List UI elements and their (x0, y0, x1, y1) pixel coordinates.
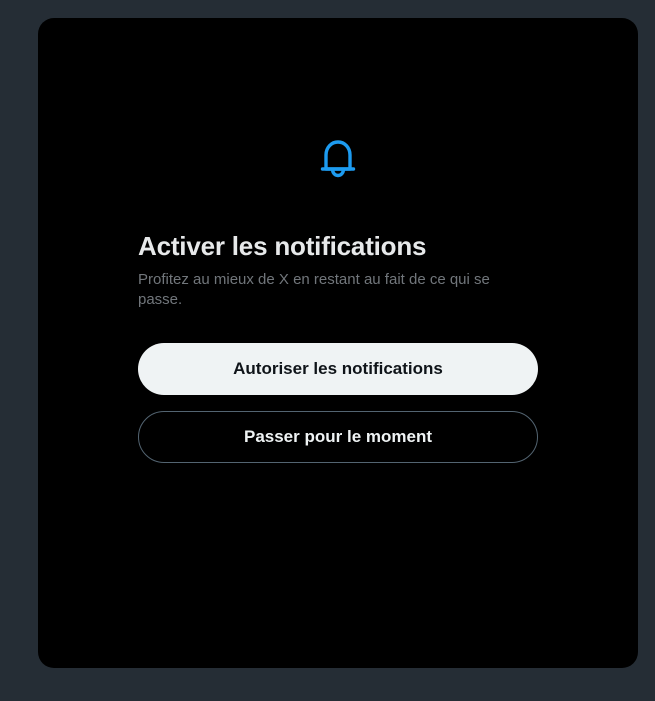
dialog-content: Activer les notifications Profitez au mi… (138, 228, 538, 310)
dialog-subtitle: Profitez au mieux de X en restant au fai… (138, 271, 490, 308)
allow-notifications-button[interactable]: Autoriser les notifications (138, 343, 538, 395)
dialog-title: Activer les notifications (138, 231, 427, 261)
notification-dialog: Activer les notifications Profitez au mi… (38, 18, 638, 668)
bell-icon (320, 140, 356, 178)
skip-for-now-button[interactable]: Passer pour le moment (138, 411, 538, 463)
